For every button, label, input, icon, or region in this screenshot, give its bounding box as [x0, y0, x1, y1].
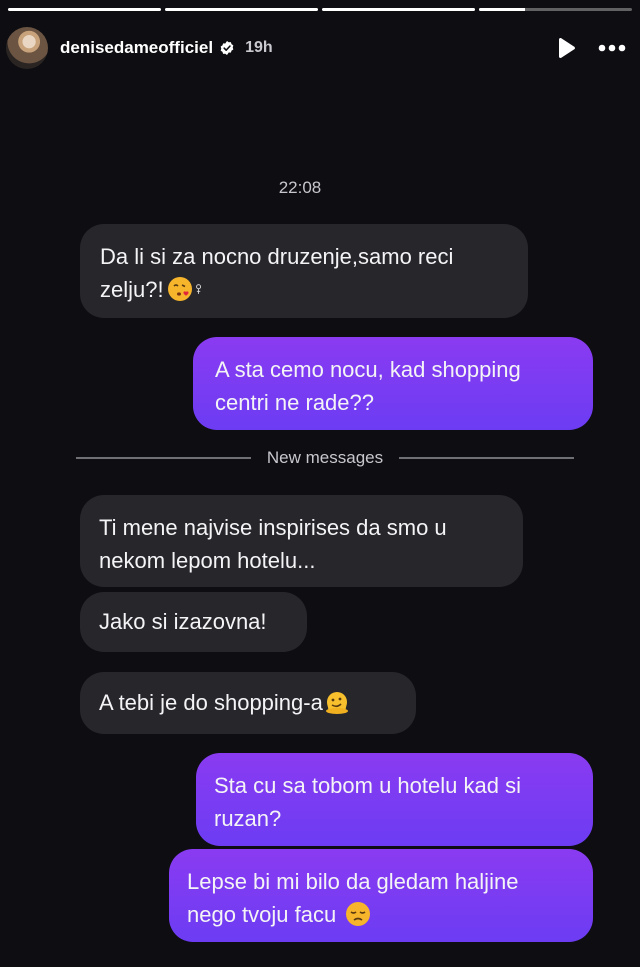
chat-timestamp: 22:08	[278, 178, 322, 197]
message-text: A sta cemo nocu, kad shopping centri ne …	[215, 357, 521, 415]
progress-segment	[479, 8, 632, 11]
progress-segment	[322, 8, 475, 11]
verified-badge-icon	[220, 41, 234, 55]
avatar[interactable]	[6, 27, 48, 69]
progress-segment	[165, 8, 318, 11]
new-messages-label: New messages	[266, 448, 384, 467]
progress-segment-fill	[8, 8, 161, 11]
outgoing-message-bubble: A sta cemo nocu, kad shopping centri ne …	[193, 337, 593, 430]
message-text: Ti mene najvise inspirises da smo u neko…	[99, 515, 447, 573]
progress-segment-fill	[479, 8, 525, 11]
incoming-message-bubble: A tebi je do shopping-a	[80, 672, 416, 734]
incoming-message-bubble: Jako si izazovna!	[80, 592, 307, 652]
progress-segment	[8, 8, 161, 11]
story-progress-bar	[8, 8, 632, 11]
rose-emoji	[195, 284, 201, 294]
divider-line	[76, 457, 251, 459]
username[interactable]: denisedameofficiel	[60, 38, 213, 58]
message-text: Jako si izazovna!	[99, 609, 267, 634]
play-button[interactable]	[552, 34, 580, 62]
incoming-message-bubble: Da li si za nocno druzenje,samo reci zel…	[80, 224, 528, 318]
divider-line	[399, 457, 574, 459]
message-text: Da li si za nocno druzenje,samo reci zel…	[100, 244, 454, 302]
incoming-message-bubble: Ti mene najvise inspirises da smo u neko…	[80, 495, 523, 587]
story-viewer: denisedameofficiel 19h 22:08 Da li si za…	[0, 0, 640, 967]
more-options-icon	[598, 44, 626, 52]
progress-segment-fill	[165, 8, 318, 11]
message-text: Sta cu sa tobom u hotelu kad si ruzan?	[214, 773, 521, 831]
play-icon	[559, 37, 575, 59]
kissing-heart-emoji	[167, 277, 192, 301]
disappointed-face-emoji	[346, 902, 371, 926]
outgoing-message-bubble: Lepse bi mi bilo da gledam haljine nego …	[169, 849, 593, 942]
story-header: denisedameofficiel 19h	[6, 26, 626, 70]
melting-face-emoji	[325, 692, 348, 714]
outgoing-message-bubble: Sta cu sa tobom u hotelu kad si ruzan?	[196, 753, 593, 846]
more-options-button[interactable]	[598, 34, 626, 62]
progress-segment-fill	[322, 8, 475, 11]
story-time-ago: 19h	[245, 39, 273, 56]
new-messages-divider: New messages	[76, 446, 574, 470]
message-text: A tebi je do shopping-a	[99, 690, 323, 715]
